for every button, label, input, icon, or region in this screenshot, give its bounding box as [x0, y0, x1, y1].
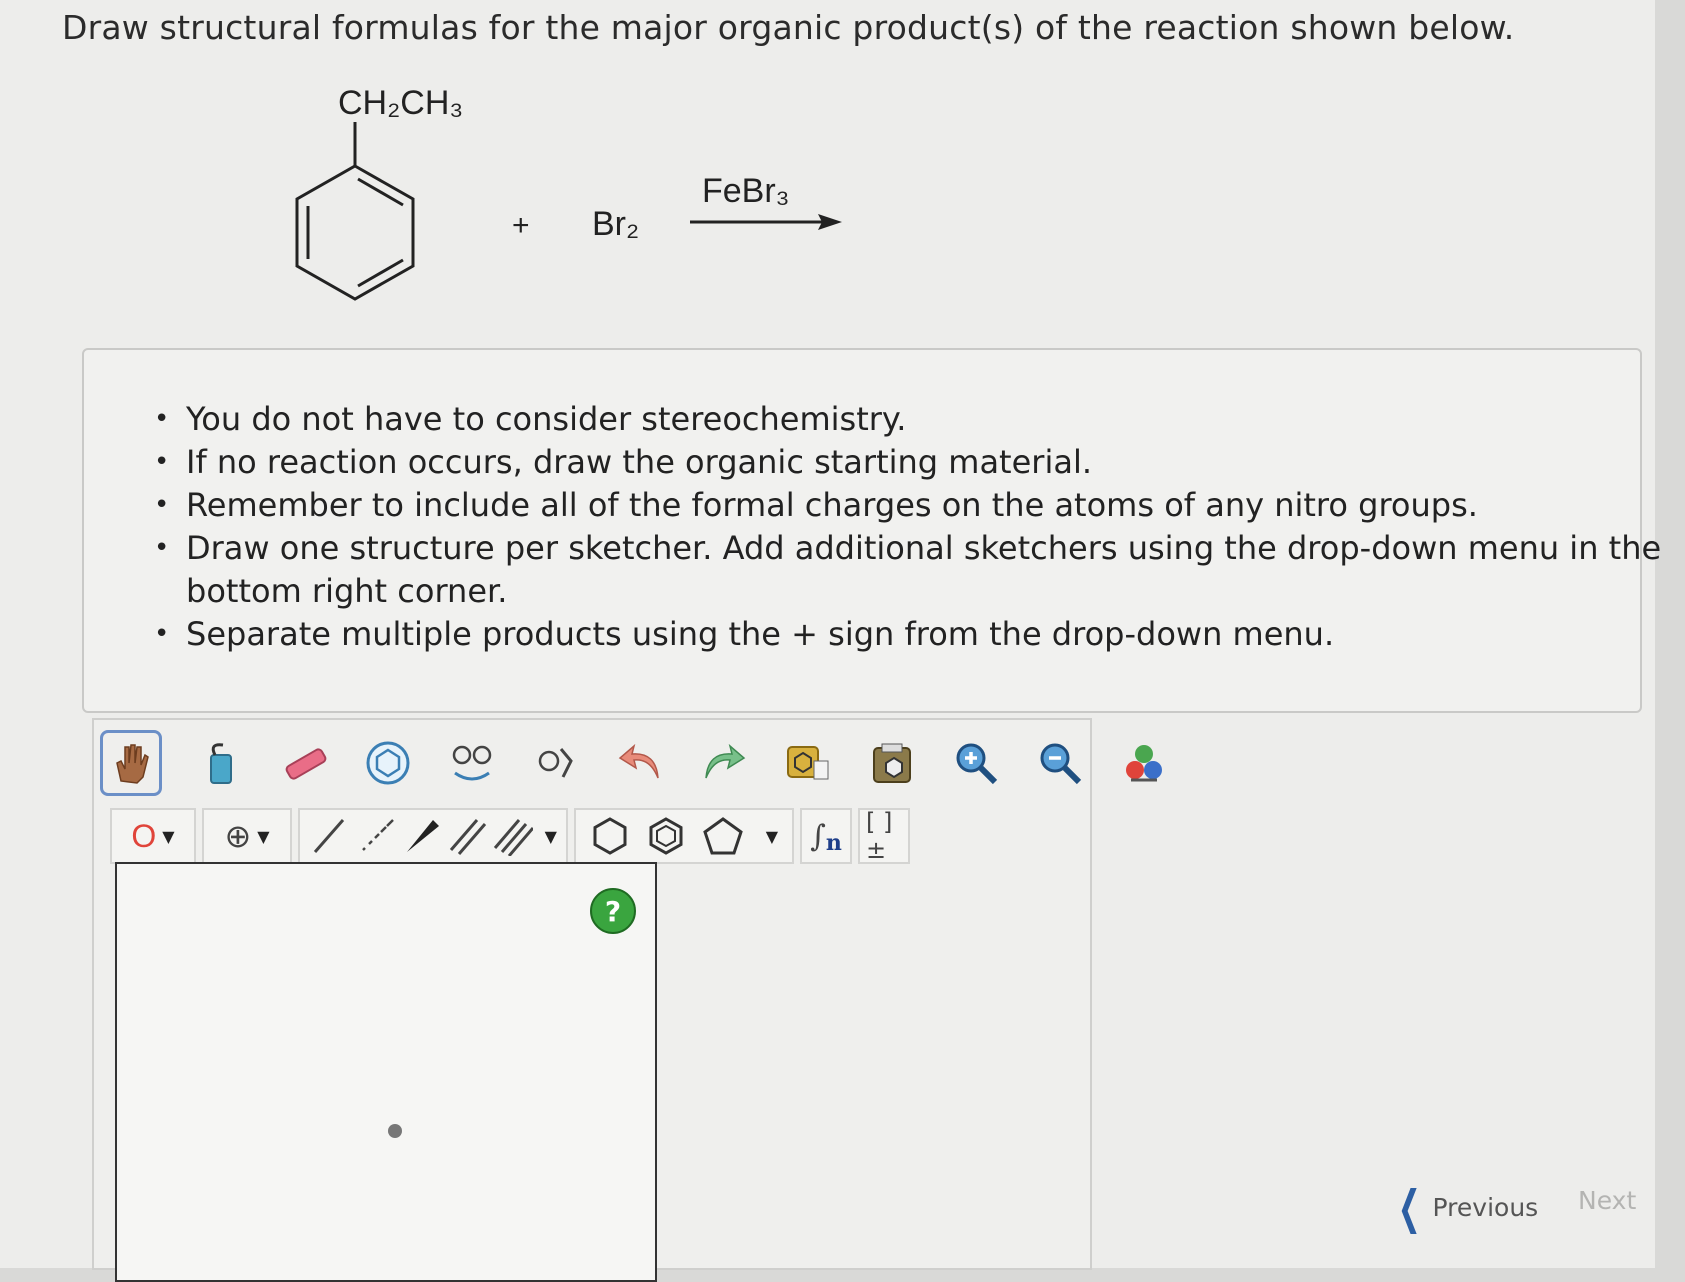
previous-button[interactable]: ❮ Previous — [1390, 1184, 1538, 1230]
substituent-label: CH₂CH₃ — [338, 84, 463, 122]
chevron-left-icon: ❮ — [1397, 1180, 1421, 1234]
charge-selector[interactable]: ⊕ ▼ — [202, 808, 292, 864]
double-bond-icon[interactable] — [447, 816, 487, 856]
ring-tools: ▼ — [574, 808, 794, 864]
plus-sign: + — [512, 209, 530, 242]
cyclopentane-icon[interactable] — [702, 816, 744, 856]
undo-icon[interactable] — [614, 737, 666, 789]
chevron-down-icon[interactable]: ▼ — [766, 827, 778, 846]
wedge-bond-icon[interactable] — [401, 816, 441, 856]
catalyst-label: FeBr₃ — [702, 172, 790, 210]
sgroup-button[interactable]: ∫ n — [800, 808, 852, 864]
toolbar-bottom: O ▼ ⊕ ▼ ▼ ▼ ∫ n [ ]± — [110, 808, 916, 864]
next-button[interactable]: Next — [1578, 1186, 1636, 1215]
hand-icon[interactable] — [100, 730, 162, 796]
reaction-scheme: CH₂CH₃ + Br₂ FeBr₃ — [295, 84, 842, 301]
instructions-panel: You do not have to consider stereochemis… — [82, 348, 1661, 713]
zoom-in-icon[interactable] — [950, 737, 1002, 789]
zoom-out-icon[interactable] — [1034, 737, 1086, 789]
ring-double-bond-3 — [357, 258, 404, 288]
instruction-item: Remember to include all of the formal ch… — [154, 484, 1661, 527]
atom-selector[interactable]: O ▼ — [110, 808, 196, 864]
toolbar-top — [100, 730, 1202, 796]
bracket-button[interactable]: [ ]± — [858, 808, 910, 864]
chevron-down-icon[interactable]: ▼ — [545, 827, 557, 846]
benzene-ring — [295, 164, 415, 301]
eraser-icon[interactable] — [278, 737, 330, 789]
ring-icon[interactable] — [362, 737, 414, 789]
drawing-canvas[interactable] — [115, 862, 657, 1282]
atom-label: O — [131, 817, 157, 854]
instructions-list: You do not have to consider stereochemis… — [154, 398, 1661, 656]
help-button[interactable]: ? — [590, 888, 636, 934]
instruction-text-cont: bottom right corner. — [186, 572, 508, 610]
instruction-item: If no reaction occurs, draw the organic … — [154, 441, 1661, 484]
bond-tools: ▼ — [298, 808, 568, 864]
copy-icon[interactable] — [782, 737, 834, 789]
clipboard-icon[interactable] — [866, 737, 918, 789]
instruction-item: Draw one structure per sketcher. Add add… — [154, 527, 1661, 613]
ring-double-bond-2 — [357, 177, 404, 207]
atom-colors-icon[interactable] — [1118, 737, 1170, 789]
bracket-label: [ ]± — [866, 808, 893, 864]
screen: Draw structural formulas for the major o… — [0, 0, 1661, 1282]
triple-bond-icon[interactable] — [493, 816, 533, 856]
charge-label: ⊕ — [224, 817, 252, 855]
clean-icon[interactable] — [446, 737, 498, 789]
reagent-label: Br₂ — [592, 205, 639, 243]
single-bond-icon[interactable] — [309, 816, 349, 856]
question-text: Draw structural formulas for the major o… — [62, 8, 1515, 47]
paste-icon[interactable] — [194, 737, 246, 789]
previous-label: Previous — [1432, 1192, 1539, 1222]
instruction-item: You do not have to consider stereochemis… — [154, 398, 1661, 441]
cyclohexane-icon[interactable] — [590, 816, 630, 856]
fragment-icon[interactable] — [530, 737, 582, 789]
chevron-down-icon[interactable]: ▼ — [162, 827, 174, 846]
chevron-down-icon[interactable]: ▼ — [257, 827, 269, 846]
canvas-dot — [388, 1124, 402, 1138]
instruction-item: Separate multiple products using the + s… — [154, 613, 1661, 656]
hashed-bond-icon[interactable] — [355, 816, 395, 856]
benzene-icon[interactable] — [646, 816, 686, 856]
sgroup-label: n — [825, 830, 842, 856]
redo-icon[interactable] — [698, 737, 750, 789]
instruction-text: Draw one structure per sketcher. Add add… — [186, 529, 1662, 567]
